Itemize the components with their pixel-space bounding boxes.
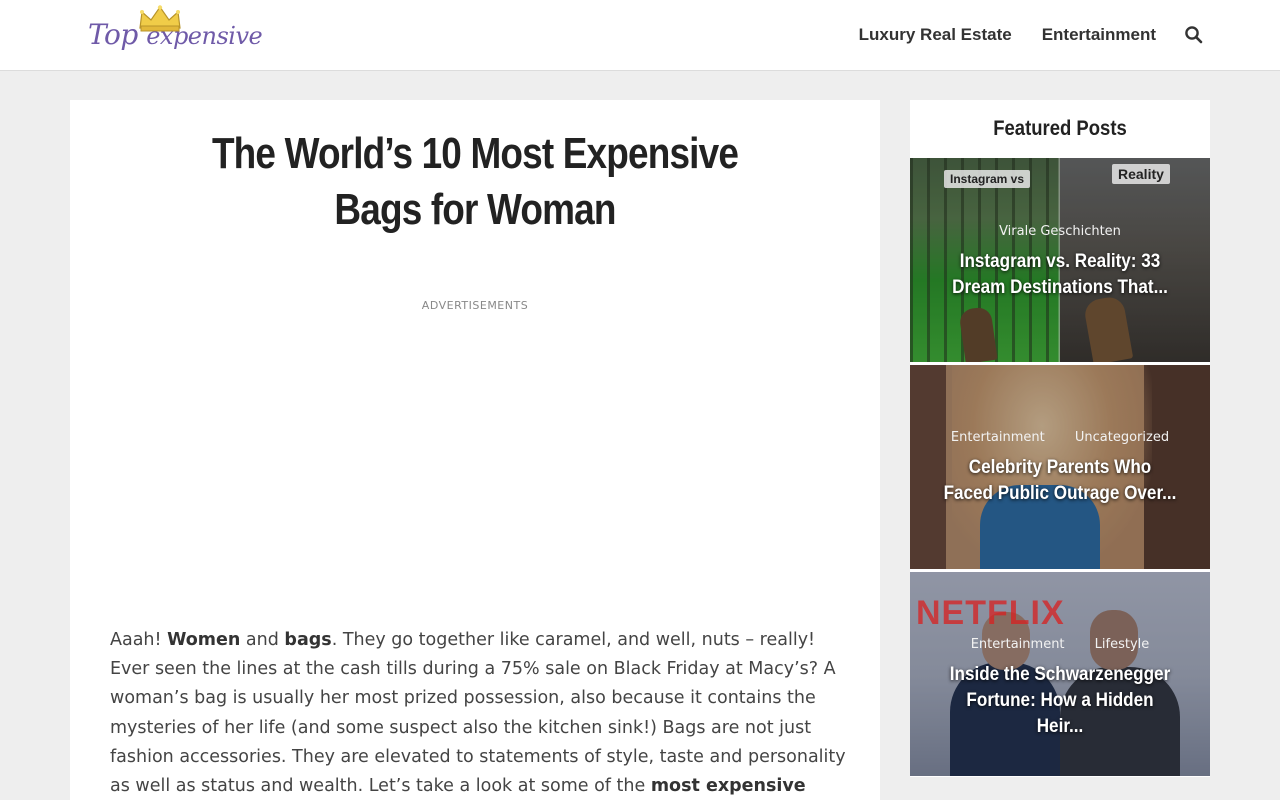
sidebar: Featured Posts Instagram vs Reality Vira… (910, 100, 1210, 777)
post-title[interactable]: Inside the Schwarzenegger Fortune: How a… (943, 662, 1177, 740)
nav-entertainment[interactable]: Entertainment (1042, 25, 1156, 45)
post-title[interactable]: Instagram vs. Reality: 33 Dream Destinat… (943, 249, 1177, 301)
featured-post-card[interactable]: NETFLIX Entertainment Lifestyle Inside t… (910, 572, 1210, 776)
featured-post-card[interactable]: Entertainment Uncategorized Celebrity Pa… (910, 365, 1210, 569)
featured-posts-title: Featured Posts (993, 117, 1127, 140)
post-category[interactable]: Entertainment (971, 637, 1065, 652)
image-tag: Instagram vs (944, 170, 1031, 188)
site-logo[interactable]: Top expensive (86, 4, 263, 62)
article-body: Aaah! Women and bags. They go together l… (110, 626, 850, 800)
ads-label: ADVERTISEMENTS (421, 299, 529, 312)
article-bold-text: Women (167, 630, 241, 650)
article-text: Aaah! (110, 630, 168, 650)
post-categories: Entertainment Lifestyle (910, 637, 1210, 652)
post-categories: Virale Geschichten (910, 224, 1210, 239)
site-header: Top expensive Luxury Real Estate Enterta… (0, 0, 1280, 71)
search-icon[interactable] (1184, 25, 1204, 45)
post-categories: Entertainment Uncategorized (910, 430, 1210, 445)
post-category[interactable]: Virale Geschichten (999, 224, 1121, 239)
logo-wordmark: Top expensive (88, 18, 263, 51)
logo-sub: expensive (146, 22, 263, 50)
post-category[interactable]: Entertainment (951, 430, 1045, 445)
image-tag: Reality (1112, 164, 1170, 184)
post-category[interactable]: Lifestyle (1095, 637, 1150, 652)
ad-slot (110, 322, 840, 612)
nav-luxury-real-estate[interactable]: Luxury Real Estate (859, 25, 1012, 45)
article-text: . They go together like caramel, and wel… (110, 630, 846, 797)
article-bold-text: bags (284, 630, 332, 650)
article-title: The World’s 10 Most Expensive Bags for W… (211, 129, 739, 234)
featured-post-card[interactable]: Instagram vs Reality Virale Geschichten … (910, 158, 1210, 362)
article-container: The World’s 10 Most Expensive Bags for W… (70, 100, 880, 800)
logo-main: Top (88, 18, 138, 51)
post-title[interactable]: Celebrity Parents Who Faced Public Outra… (943, 455, 1177, 507)
article-text: and (240, 630, 285, 650)
main-nav: Luxury Real Estate Entertainment (829, 0, 1204, 70)
post-category[interactable]: Uncategorized (1075, 430, 1169, 445)
image-tag: NETFLIX (916, 594, 1065, 632)
